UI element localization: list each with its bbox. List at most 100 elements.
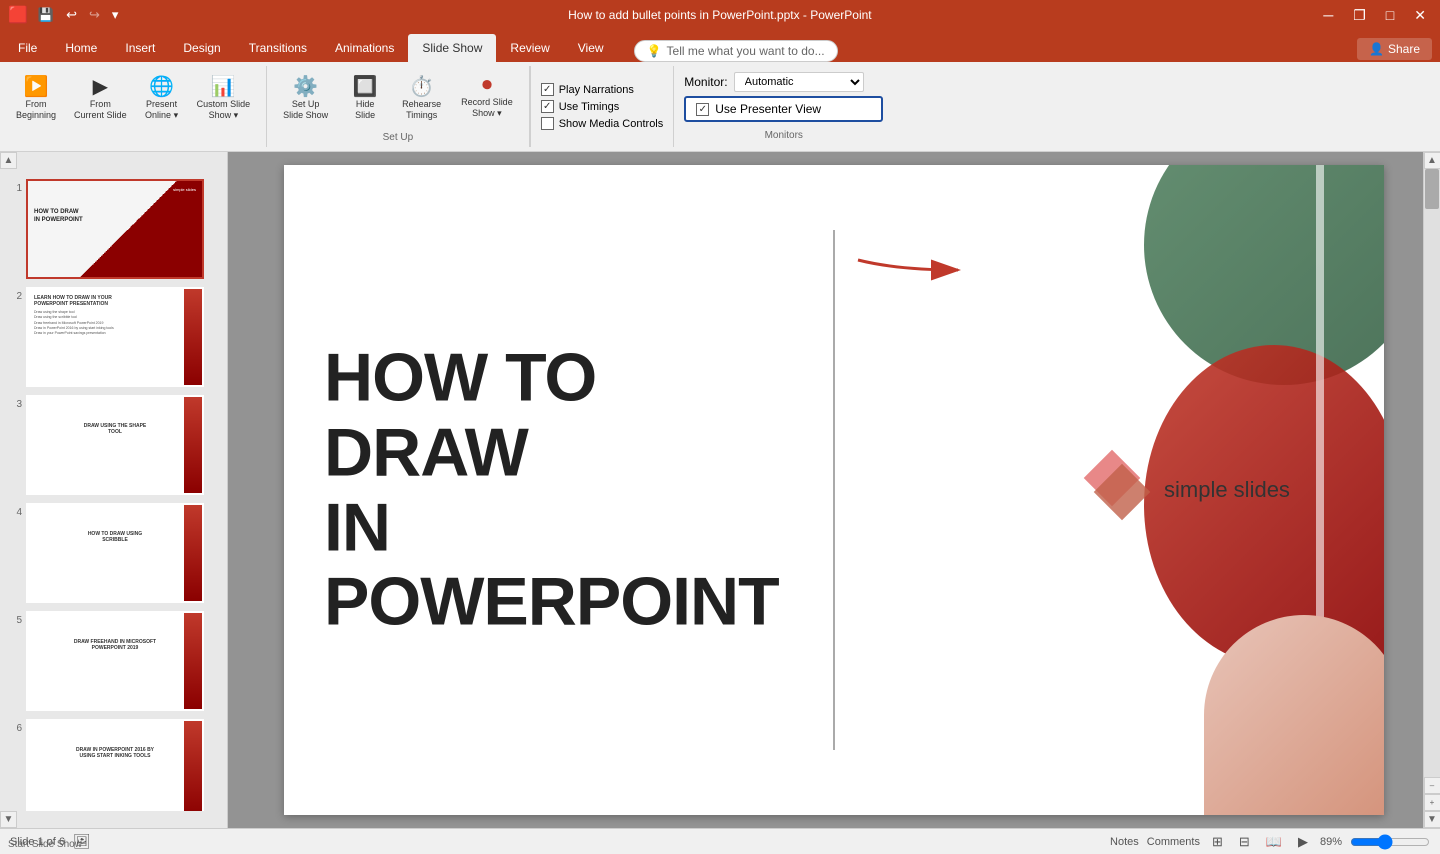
hide-slide-button[interactable]: 🔲 HideSlide (340, 70, 390, 125)
use-timings-checkbox[interactable] (541, 100, 554, 113)
tell-me-text: Tell me what you want to do... (667, 44, 825, 58)
monitor-row: Monitor: Automatic Monitor 1 Monitor 2 (684, 72, 883, 92)
presenter-view-label: Use Presenter View (715, 102, 821, 116)
slide-thumbnail-4[interactable]: HOW TO DRAW USINGSCRIBBLE (26, 503, 204, 603)
scroll-mid-button-1[interactable]: – (1424, 777, 1440, 794)
tab-home[interactable]: Home (51, 34, 111, 62)
play-narrations-label: Play Narrations (559, 84, 634, 96)
slideshow-view-button[interactable]: ▶ (1294, 832, 1312, 852)
window-title: How to add bullet points in PowerPoint.p… (122, 8, 1317, 22)
lightbulb-icon: 💡 (647, 44, 662, 58)
restore-button[interactable]: ❐ (1347, 5, 1372, 26)
play-narrations-item[interactable]: Play Narrations (541, 83, 664, 96)
ribbon-group-monitors: Monitor: Automatic Monitor 1 Monitor 2 U… (673, 66, 893, 147)
slides-list: 1 HOW TO DRAWIN POWERPOINT simple slides… (0, 169, 227, 811)
list-item: 1 HOW TO DRAWIN POWERPOINT simple slides (4, 177, 223, 281)
notes-button[interactable]: Notes (1110, 836, 1139, 848)
show-media-controls-checkbox[interactable] (541, 117, 554, 130)
custom-slide-show-button[interactable]: 📊 Custom SlideShow ▾ (189, 70, 259, 143)
ribbon-group-captions: Play Narrations Use Timings Show Media C… (530, 66, 674, 147)
slide-sorter-button[interactable]: ⊟ (1235, 832, 1254, 852)
from-beginning-button[interactable]: ▶️ FromBeginning (8, 70, 64, 143)
scroll-track[interactable] (1424, 169, 1440, 777)
slide-number: 3 (6, 399, 22, 410)
tell-me-box[interactable]: 💡 Tell me what you want to do... (634, 40, 838, 62)
scroll-mid-button-2[interactable]: + (1424, 794, 1440, 811)
monitor-select[interactable]: Automatic Monitor 1 Monitor 2 (734, 72, 864, 92)
use-timings-label: Use Timings (559, 101, 620, 113)
tab-view[interactable]: View (564, 34, 618, 62)
setup-group-label: Set Up (275, 132, 521, 143)
maximize-button[interactable]: □ (1380, 5, 1400, 25)
main-area: ▲ 1 HOW TO DRAWIN POWERPOINT simple slid… (0, 152, 1440, 828)
app-icon: 🟥 (8, 5, 28, 25)
play-narrations-checkbox[interactable] (541, 83, 554, 96)
slides-scroll-up[interactable]: ▲ (0, 152, 17, 169)
tab-design[interactable]: Design (169, 34, 234, 62)
present-online-button[interactable]: 🌐 PresentOnline ▾ (137, 70, 187, 143)
use-timings-item[interactable]: Use Timings (541, 100, 664, 113)
reading-view-button[interactable]: 📖 (1262, 832, 1286, 852)
tab-insert[interactable]: Insert (111, 34, 169, 62)
presenter-view-row[interactable]: Use Presenter View (684, 96, 883, 122)
slide-number: 2 (6, 291, 22, 302)
rehearse-timings-icon: ⏱️ (409, 74, 434, 99)
setup-slideshow-label: Set UpSlide Show (283, 99, 328, 121)
slide-main-title: HOW TO DRAW IN POWERPOINT (324, 340, 804, 639)
scroll-up-button[interactable]: ▲ (1424, 152, 1440, 169)
hide-slide-label: HideSlide (355, 99, 375, 121)
from-beginning-label: FromBeginning (16, 99, 56, 121)
ribbon: ▶️ FromBeginning ▶ FromCurrent Slide 🌐 P… (0, 62, 1440, 152)
customize-quick-access-button[interactable]: ▾ (108, 5, 123, 25)
logo-icon (1084, 458, 1148, 522)
record-slide-show-button[interactable]: ⏺ Record SlideShow ▾ (453, 70, 521, 125)
slides-scroll-down[interactable]: ▼ (0, 811, 17, 828)
zoom-level: 89% (1320, 836, 1342, 848)
scroll-thumb[interactable] (1425, 169, 1439, 209)
from-current-icon: ▶ (93, 74, 108, 99)
normal-view-button[interactable]: ⊞ (1208, 832, 1227, 852)
custom-slideshow-icon: 📊 (211, 74, 236, 99)
undo-button[interactable]: ↩ (62, 5, 81, 25)
slide-number: 4 (6, 507, 22, 518)
slide-number: 5 (6, 615, 22, 626)
slide-thumbnail-6[interactable]: DRAW IN POWERPOINT 2016 BYUSING START IN… (26, 719, 204, 811)
start-slideshow-group-label: Start Slide Show (8, 837, 82, 850)
scroll-down-button[interactable]: ▼ (1424, 811, 1440, 828)
slide-thumbnail-3[interactable]: DRAW USING THE SHAPETOOL (26, 395, 204, 495)
minimize-button[interactable]: ─ (1317, 5, 1339, 25)
custom-slideshow-label: Custom SlideShow ▾ (197, 99, 251, 121)
close-button[interactable]: ✕ (1408, 5, 1432, 26)
slides-panel: ▲ 1 HOW TO DRAWIN POWERPOINT simple slid… (0, 152, 228, 828)
person-icon: 👤 (1369, 42, 1384, 56)
from-current-slide-button[interactable]: ▶ FromCurrent Slide (66, 70, 135, 143)
tab-animations[interactable]: Animations (321, 34, 408, 62)
status-bar: Slide 1 of 6 🖼 Notes Comments ⊞ ⊟ 📖 ▶ 89… (0, 828, 1440, 854)
show-media-controls-item[interactable]: Show Media Controls (541, 117, 664, 130)
slide-thumbnail-2[interactable]: LEARN HOW TO DRAW IN YOURPOWERPOINT PRES… (26, 287, 204, 387)
redo-button[interactable]: ↪ (85, 5, 104, 25)
show-media-controls-label: Show Media Controls (559, 118, 664, 130)
present-online-label: PresentOnline ▾ (145, 99, 178, 121)
quick-access-toolbar: 💾 ↩ ↪ ▾ (34, 5, 123, 25)
setup-slideshow-button[interactable]: ⚙️ Set UpSlide Show (275, 70, 336, 125)
tab-slideshow[interactable]: Slide Show (408, 34, 496, 62)
slide-thumbnail-1[interactable]: HOW TO DRAWIN POWERPOINT simple slides (26, 179, 204, 279)
tab-review[interactable]: Review (496, 34, 563, 62)
present-online-icon: 🌐 (149, 74, 174, 99)
slide-thumbnail-5[interactable]: DRAW FREEHAND IN MICROSOFTPOWERPOINT 201… (26, 611, 204, 711)
right-scrollbar: ▲ – + ▼ (1423, 152, 1440, 828)
list-item: 5 DRAW FREEHAND IN MICROSOFTPOWERPOINT 2… (4, 609, 223, 713)
comments-button[interactable]: Comments (1147, 836, 1200, 848)
tab-file[interactable]: File (4, 34, 51, 62)
share-button[interactable]: 👤 Share (1357, 38, 1432, 60)
presenter-view-checkbox[interactable] (696, 103, 709, 116)
zoom-slider[interactable] (1350, 834, 1430, 850)
ribbon-group-setup: ⚙️ Set UpSlide Show 🔲 HideSlide ⏱️ Rehea… (267, 66, 530, 147)
hide-slide-icon: 🔲 (353, 74, 378, 99)
save-button[interactable]: 💾 (34, 5, 58, 25)
tab-transitions[interactable]: Transitions (235, 34, 321, 62)
slide-title-area: HOW TO DRAW IN POWERPOINT (324, 340, 804, 639)
rehearse-timings-button[interactable]: ⏱️ RehearseTimings (394, 70, 449, 125)
title-bar-left: 🟥 💾 ↩ ↪ ▾ (8, 5, 122, 25)
